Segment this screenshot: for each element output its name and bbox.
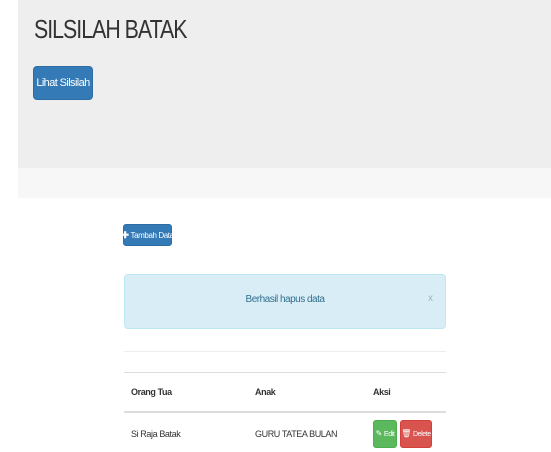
cell-aksi: ✎ Edit 🗑 Delete <box>366 411 446 452</box>
edit-button[interactable]: ✎ Edit <box>373 420 397 448</box>
alert-message: Berhasil hapus data <box>245 294 325 305</box>
section-divider-band <box>18 168 551 198</box>
edit-label: Edit <box>383 430 395 438</box>
edit-icon: ✎ <box>375 429 383 438</box>
header-anak: Anak <box>248 372 366 413</box>
delete-label: Delete <box>412 430 431 438</box>
success-alert: Berhasil hapus data x <box>124 274 446 329</box>
alert-close-button[interactable]: x <box>428 293 433 304</box>
header-aksi: Aksi <box>366 372 446 413</box>
cell-anak: GURU TATEA BULAN <box>248 411 366 452</box>
tambah-data-button[interactable]: ✚ Tambah Data <box>121 224 174 246</box>
lihat-silsilah-button[interactable]: Lihat Silsilah <box>33 66 93 100</box>
divider <box>124 351 446 352</box>
tambah-data-label: Tambah Data <box>130 230 174 240</box>
page-title: SILSILAH BATAK <box>34 14 187 44</box>
page: SILSILAH BATAK Lihat Silsilah ✚ Tambah D… <box>0 0 551 452</box>
jumbotron-header: SILSILAH BATAK Lihat Silsilah <box>18 0 551 168</box>
header-orang-tua: Orang Tua <box>124 372 248 413</box>
cell-orang-tua: Si Raja Batak <box>124 411 248 452</box>
trash-icon: 🗑 <box>401 429 411 438</box>
delete-button[interactable]: 🗑 Delete <box>400 420 432 448</box>
plus-icon: ✚ <box>121 229 129 240</box>
table-header-row: Orang Tua Anak Aksi <box>124 372 446 413</box>
table-row: Si Raja Batak GURU TATEA BULAN ✎ Edit 🗑 … <box>124 411 446 452</box>
silsilah-table: Orang Tua Anak Aksi Si Raja Batak GURU T… <box>124 372 446 452</box>
